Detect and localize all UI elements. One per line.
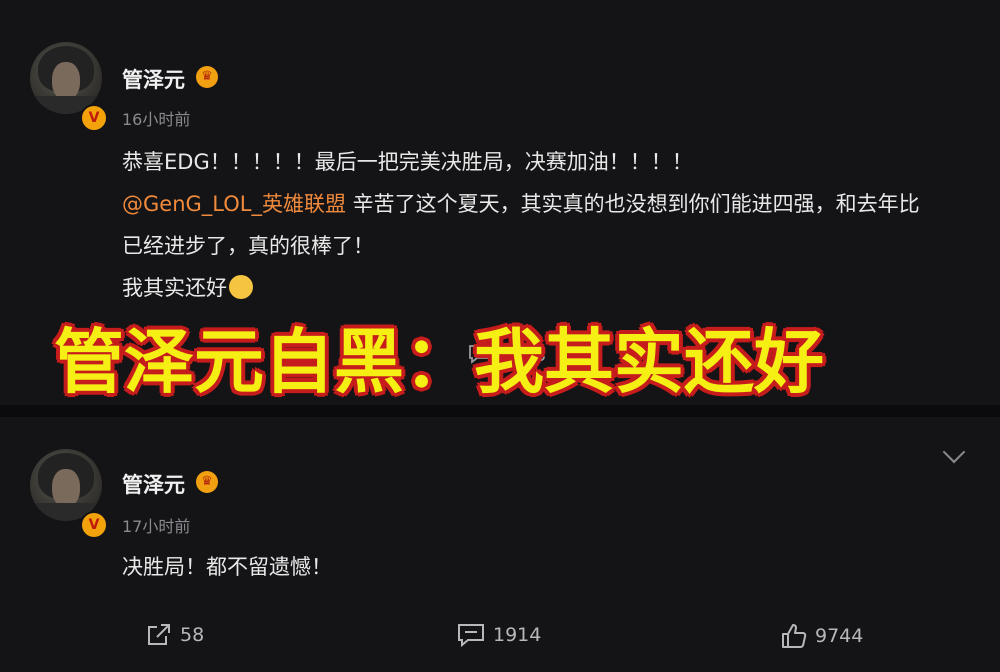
like-count: 9744: [815, 625, 864, 647]
post-text-line-2-rest: 辛苦了这个夏天，其实真的也没想到你们能进四强，和去年比: [345, 192, 920, 216]
post-text: 决胜局！都不留遗憾！: [122, 555, 332, 579]
comment-count: 1914: [493, 624, 542, 646]
post-text-line-4-text: 我其实还好: [122, 276, 227, 300]
repost-button[interactable]: 58: [146, 623, 204, 647]
verified-badge-icon: V: [80, 104, 108, 132]
verified-badge-icon: V: [80, 511, 108, 539]
repost-icon: [148, 624, 170, 645]
post-divider: [0, 405, 1000, 417]
post-time: 17小时前: [122, 517, 191, 536]
mention-link[interactable]: @GenG_LOL_英雄联盟: [122, 192, 346, 216]
crown-badge-icon: ♛: [196, 66, 218, 88]
user-name[interactable]: 管泽元: [122, 64, 185, 94]
doge-emoji-icon: [229, 275, 253, 299]
post-text-line-3: 已经进步了，真的很棒了！: [122, 234, 374, 258]
like-button[interactable]: 9744: [781, 623, 863, 649]
user-name[interactable]: 管泽元: [122, 469, 185, 499]
post-text-line-2: @GenG_LOL_英雄联盟 辛苦了这个夏天，其实真的也没想到你们能进四强，和去…: [122, 188, 920, 218]
post-text-line-1: 恭喜EDG！！！！！最后一把完美决胜局，决赛加油！！！！: [122, 150, 693, 174]
overlay-caption: 管泽元自黑：我其实还好: [54, 320, 824, 403]
crown-badge-icon: ♛: [196, 471, 218, 493]
thumbs-up-icon: [782, 624, 807, 648]
weibo-post-2: V 管泽元 ♛ 17小时前 决胜局！都不留遗憾！ 58 1914 9744: [0, 417, 1000, 672]
repost-count: 58: [180, 624, 205, 646]
comment-icon: [458, 624, 484, 647]
comment-button[interactable]: 1914: [457, 623, 541, 647]
post-time: 16小时前: [122, 110, 191, 129]
post-text-line-4: 我其实还好: [122, 272, 253, 302]
